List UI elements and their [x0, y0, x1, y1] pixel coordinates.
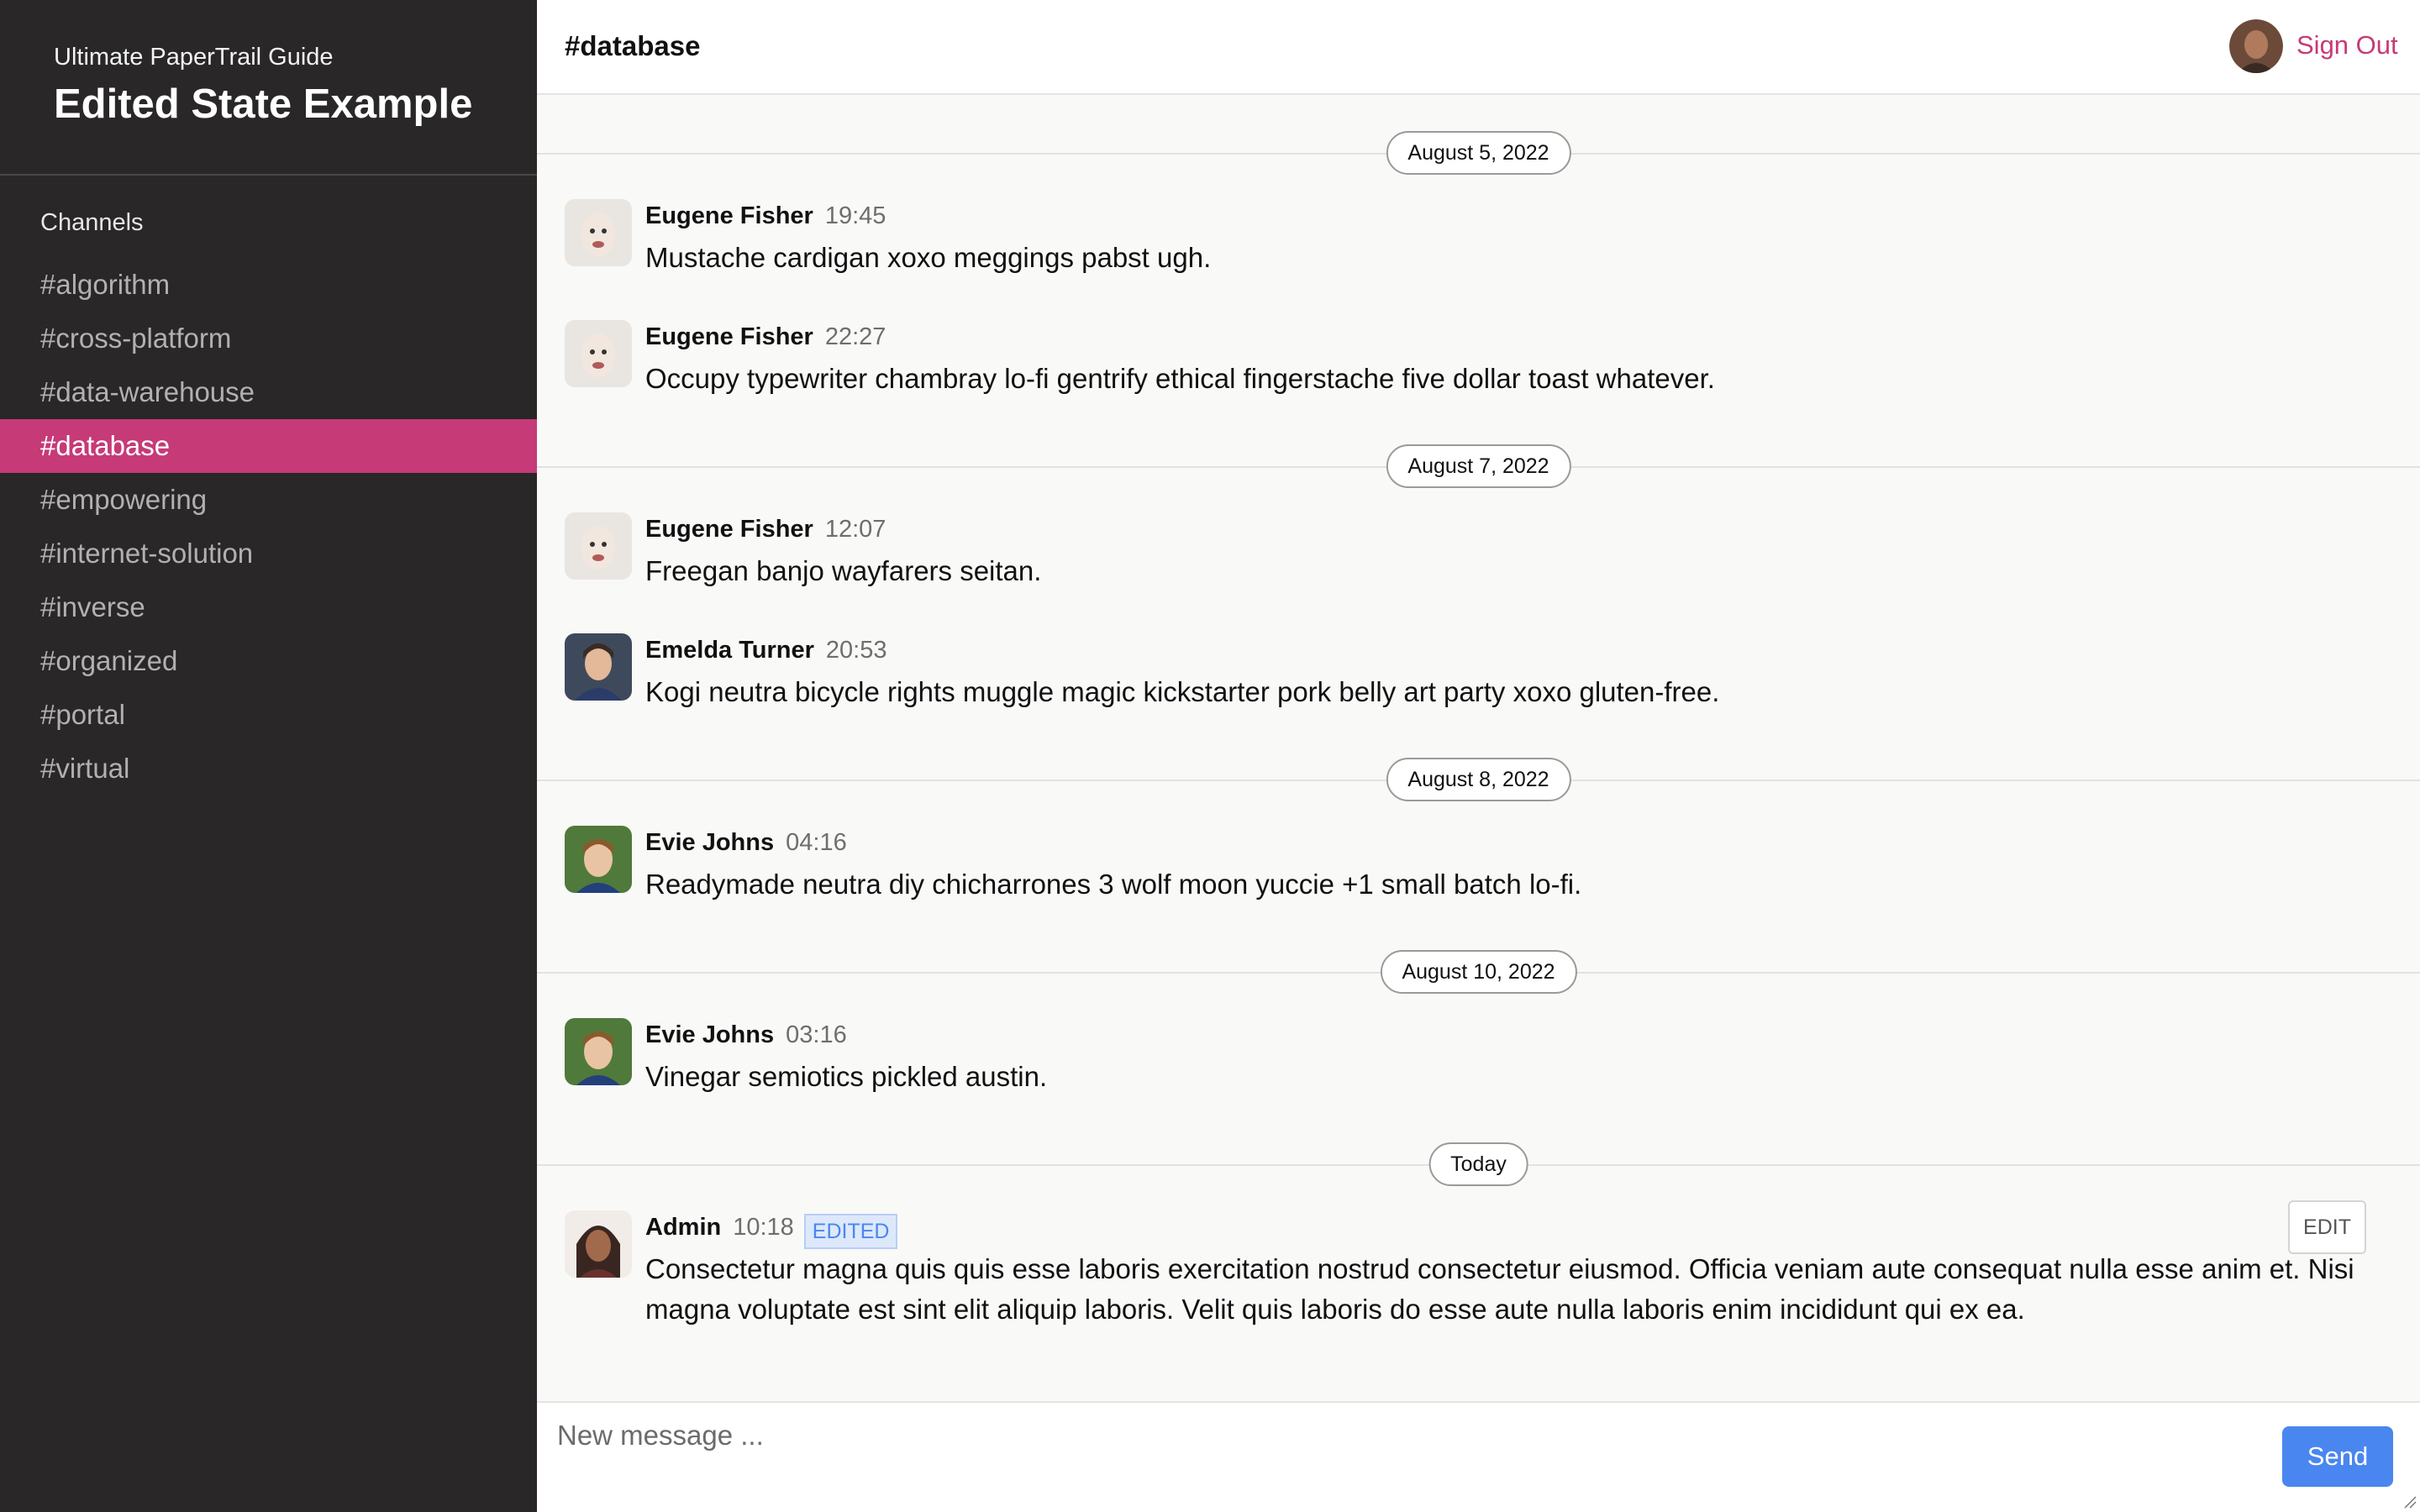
app-window: Ultimate PaperTrail Guide Edited State E…	[0, 0, 2420, 1512]
avatar-evie-johns	[565, 826, 632, 893]
message-text: Occupy typewriter chambray lo-fi gentrif…	[645, 363, 1715, 394]
message-time: 04:16	[786, 829, 847, 856]
brand-header: Ultimate PaperTrail Guide Edited State E…	[0, 0, 537, 176]
channel-header: #database Sign Out	[537, 0, 2420, 95]
message-text: Kogi neutra bicycle rights muggle magic …	[645, 676, 1720, 707]
channel-item-portal[interactable]: #portal	[0, 688, 537, 742]
resize-handle-icon[interactable]	[2403, 1495, 2417, 1509]
date-separator: August 5, 2022	[537, 131, 2420, 175]
channels-heading: Channels	[40, 209, 144, 236]
avatar-emelda-turner	[565, 633, 632, 701]
avatar-eugene-fisher	[565, 199, 632, 266]
date-separator: August 8, 2022	[537, 758, 2420, 801]
channel-item-organized[interactable]: #organized	[0, 634, 537, 688]
channel-item-inverse[interactable]: #inverse	[0, 580, 537, 634]
message-time: 22:27	[824, 323, 886, 350]
message-composer: Send	[537, 1401, 2420, 1512]
send-button[interactable]: Send	[2282, 1426, 2393, 1487]
channel-item-virtual[interactable]: #virtual	[0, 742, 537, 795]
date-label: August 7, 2022	[1386, 444, 1571, 488]
message-author: Eugene Fisher	[645, 202, 813, 229]
message-time: 19:45	[824, 202, 886, 229]
edited-badge: EDITED	[803, 1213, 898, 1249]
app-subtitle: Ultimate PaperTrail Guide	[54, 44, 334, 71]
channel-item-database[interactable]: #database	[0, 419, 537, 473]
app-title: Edited State Example	[54, 81, 473, 127]
message-time: 10:18	[733, 1214, 794, 1241]
avatar-eugene-fisher	[565, 320, 632, 387]
message-text: Mustache cardigan xoxo meggings pabst ug…	[645, 242, 1212, 273]
channel-item-cross-platform[interactable]: #cross-platform	[0, 312, 537, 365]
channel-item-empowering[interactable]: #empowering	[0, 473, 537, 527]
date-label: August 5, 2022	[1386, 131, 1571, 175]
sidebar: Ultimate PaperTrail Guide Edited State E…	[0, 0, 537, 1512]
channel-item-internet-solution[interactable]: #internet-solution	[0, 527, 537, 580]
channel-list: #algorithm #cross-platform #data-warehou…	[0, 258, 537, 795]
edit-button[interactable]: EDIT	[2288, 1200, 2366, 1254]
message-author: Admin	[645, 1214, 722, 1241]
message-author: Evie Johns	[645, 829, 775, 856]
message-time: 03:16	[786, 1021, 847, 1048]
message-text: Readymade neutra diy chicharrones 3 wolf…	[645, 869, 1582, 900]
avatar-admin	[565, 1210, 632, 1278]
message-time: 20:53	[825, 637, 887, 664]
message-time: 12:07	[824, 516, 886, 543]
new-message-input[interactable]	[555, 1418, 2420, 1502]
avatar-eugene-fisher	[565, 512, 632, 580]
message-author: Eugene Fisher	[645, 323, 813, 350]
message-author: Evie Johns	[645, 1021, 775, 1048]
main-panel: #database Sign Out August 5, 2022 Eugene…	[537, 0, 2420, 1512]
avatar-evie-johns	[565, 1018, 632, 1085]
message-text: Freegan banjo wayfarers seitan.	[645, 555, 1042, 586]
message-list[interactable]: August 5, 2022 Eugene Fisher 19:45 Mustac…	[537, 95, 2420, 1401]
date-label: August 10, 2022	[1380, 950, 1577, 994]
message-author: Emelda Turner	[645, 637, 814, 664]
channel-item-data-warehouse[interactable]: #data-warehouse	[0, 365, 537, 419]
channel-item-algorithm[interactable]: #algorithm	[0, 258, 537, 312]
date-separator: Today	[537, 1142, 2420, 1186]
date-label: Today	[1428, 1142, 1528, 1186]
message-text: Consectetur magna quis quis esse laboris…	[645, 1253, 2354, 1325]
channel-title: #database	[565, 30, 701, 61]
message-text: Vinegar semiotics pickled austin.	[645, 1061, 1048, 1092]
sign-out-link[interactable]: Sign Out	[2296, 30, 2398, 60]
date-separator: August 7, 2022	[537, 444, 2420, 488]
user-avatar-icon[interactable]	[2229, 19, 2283, 73]
date-label: August 8, 2022	[1386, 758, 1571, 801]
date-separator: August 10, 2022	[537, 950, 2420, 994]
message-author: Eugene Fisher	[645, 516, 813, 543]
